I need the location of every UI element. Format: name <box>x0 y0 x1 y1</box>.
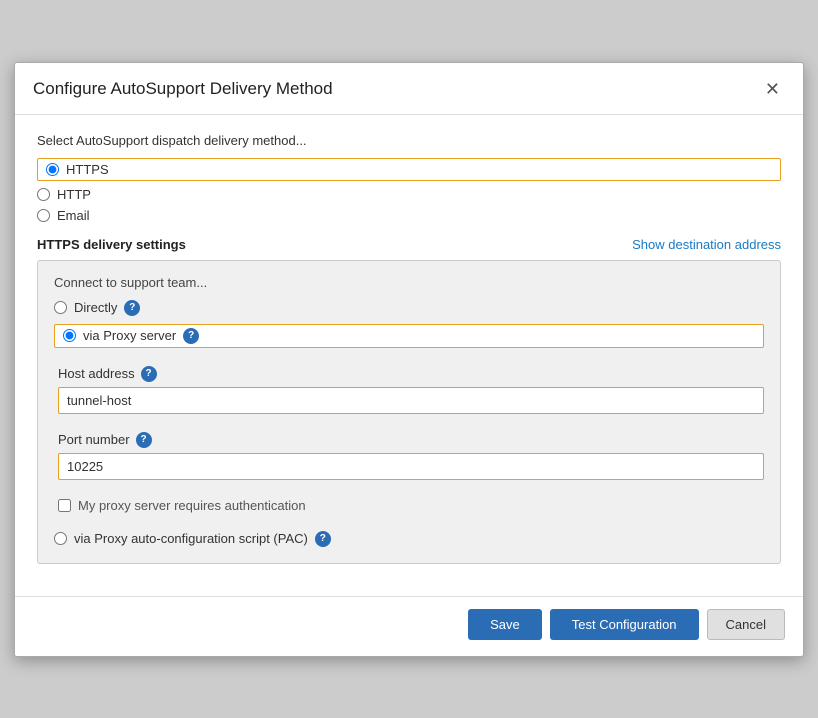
cancel-button[interactable]: Cancel <box>707 609 785 640</box>
port-number-label-row: Port number ? <box>58 432 764 448</box>
delivery-section-header: HTTPS delivery settings Show destination… <box>37 237 781 252</box>
radio-pac[interactable] <box>54 532 67 545</box>
radio-item-email[interactable]: Email <box>37 208 781 223</box>
host-address-label-row: Host address ? <box>58 366 764 382</box>
dialog-title: Configure AutoSupport Delivery Method <box>33 79 333 99</box>
radio-item-pac[interactable]: via Proxy auto-configuration script (PAC… <box>54 531 764 547</box>
host-address-label: Host address <box>58 366 135 381</box>
port-number-input[interactable] <box>58 453 764 480</box>
host-help-icon[interactable]: ? <box>141 366 157 382</box>
test-configuration-button[interactable]: Test Configuration <box>550 609 699 640</box>
auth-checkbox-label: My proxy server requires authentication <box>78 498 306 513</box>
radio-item-https[interactable]: HTTPS <box>37 158 781 181</box>
delivery-section-title: HTTPS delivery settings <box>37 237 186 252</box>
port-number-label: Port number <box>58 432 130 447</box>
radio-pac-label: via Proxy auto-configuration script (PAC… <box>74 531 308 546</box>
radio-proxy-label: via Proxy server <box>83 328 176 343</box>
settings-box: Connect to support team... Directly ? vi… <box>37 260 781 564</box>
radio-item-directly[interactable]: Directly ? <box>54 300 764 316</box>
radio-item-proxy[interactable]: via Proxy server ? <box>54 324 764 348</box>
auth-checkbox-row[interactable]: My proxy server requires authentication <box>58 498 764 513</box>
port-number-group: Port number ? <box>58 432 764 480</box>
radio-http-label: HTTP <box>57 187 91 202</box>
auth-checkbox[interactable] <box>58 499 71 512</box>
dialog-footer: Save Test Configuration Cancel <box>15 596 803 656</box>
port-help-icon[interactable]: ? <box>136 432 152 448</box>
radio-https[interactable] <box>46 163 59 176</box>
connect-radio-group: Directly ? via Proxy server ? Host addre… <box>54 300 764 547</box>
close-button[interactable]: ✕ <box>760 77 785 102</box>
radio-https-label: HTTPS <box>66 162 109 177</box>
show-destination-link[interactable]: Show destination address <box>632 237 781 252</box>
radio-directly[interactable] <box>54 301 67 314</box>
radio-proxy[interactable] <box>63 329 76 342</box>
dispatch-radio-group: HTTPS HTTP Email <box>37 158 781 223</box>
host-address-input[interactable] <box>58 387 764 414</box>
dialog-body: Select AutoSupport dispatch delivery met… <box>15 115 803 596</box>
radio-directly-label: Directly <box>74 300 117 315</box>
dialog-header: Configure AutoSupport Delivery Method ✕ <box>15 63 803 115</box>
dispatch-label: Select AutoSupport dispatch delivery met… <box>37 133 781 148</box>
save-button[interactable]: Save <box>468 609 542 640</box>
radio-email[interactable] <box>37 209 50 222</box>
pac-help-icon[interactable]: ? <box>315 531 331 547</box>
radio-item-http[interactable]: HTTP <box>37 187 781 202</box>
connect-label: Connect to support team... <box>54 275 764 290</box>
configure-autosupport-dialog: Configure AutoSupport Delivery Method ✕ … <box>14 62 804 657</box>
radio-email-label: Email <box>57 208 90 223</box>
proxy-help-icon[interactable]: ? <box>183 328 199 344</box>
radio-http[interactable] <box>37 188 50 201</box>
host-address-group: Host address ? <box>58 366 764 414</box>
directly-help-icon[interactable]: ? <box>124 300 140 316</box>
